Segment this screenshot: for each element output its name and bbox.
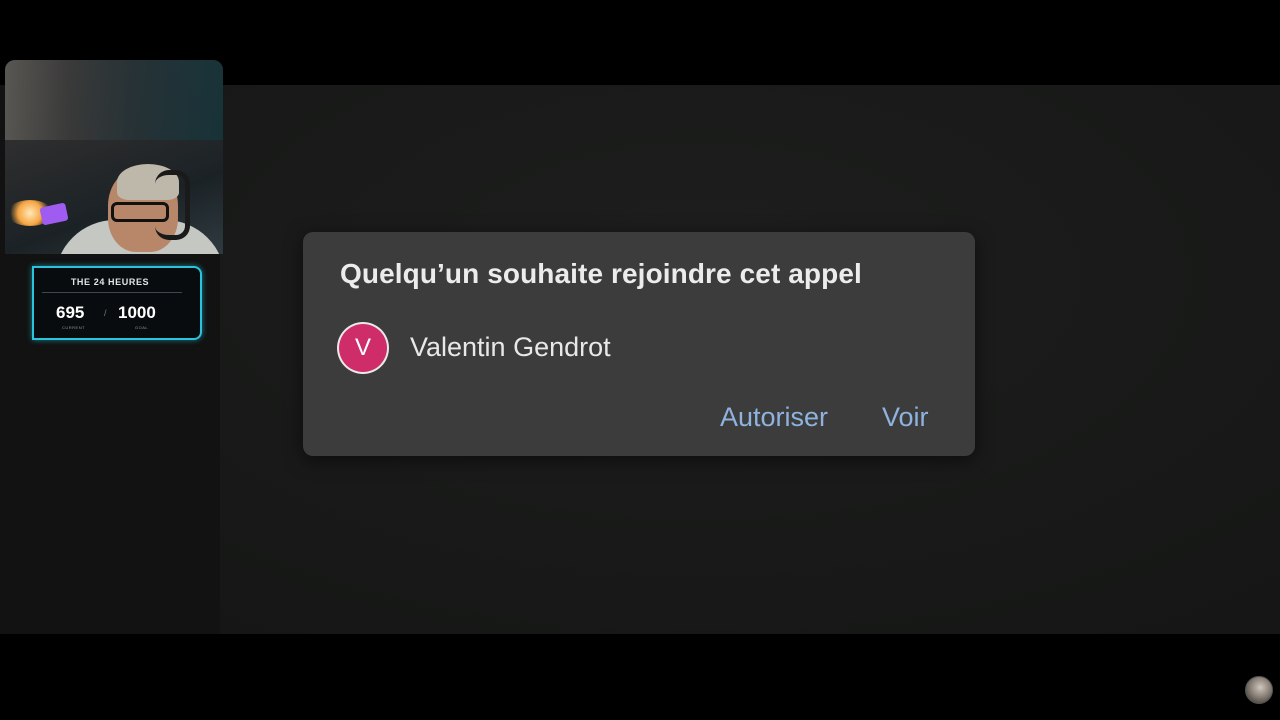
twitch-logo-icon xyxy=(39,202,69,226)
channel-avatar-icon[interactable] xyxy=(1245,676,1273,704)
allow-button[interactable]: Autoriser xyxy=(720,402,828,433)
goal-target-label: GOAL xyxy=(135,325,149,330)
goal-target-value: 1000 xyxy=(118,303,156,322)
goal-title: THE 24 HEURES xyxy=(70,277,150,287)
view-button[interactable]: Voir xyxy=(882,402,929,433)
caller-name: Valentin Gendrot xyxy=(410,332,611,362)
webcam-background xyxy=(5,60,223,140)
notification-title: Quelqu’un souhaite rejoindre cet appel xyxy=(340,258,862,289)
goal-divider xyxy=(42,292,182,293)
goal-separator: / xyxy=(104,308,107,318)
headset-icon xyxy=(155,170,190,240)
goal-current-value: 695 xyxy=(56,303,85,322)
video-frame: THE 24 HEURES 695 / 1000 CURRENT GOAL Qu… xyxy=(0,0,1280,720)
subscriber-goal-widget: THE 24 HEURES 695 / 1000 CURRENT GOAL xyxy=(32,266,202,340)
goal-current-label: CURRENT xyxy=(62,325,86,330)
webcam-feed xyxy=(5,60,223,254)
join-request-notification: Quelqu’un souhaite rejoindre cet appel V… xyxy=(303,232,975,456)
caller-avatar: V xyxy=(339,324,387,372)
